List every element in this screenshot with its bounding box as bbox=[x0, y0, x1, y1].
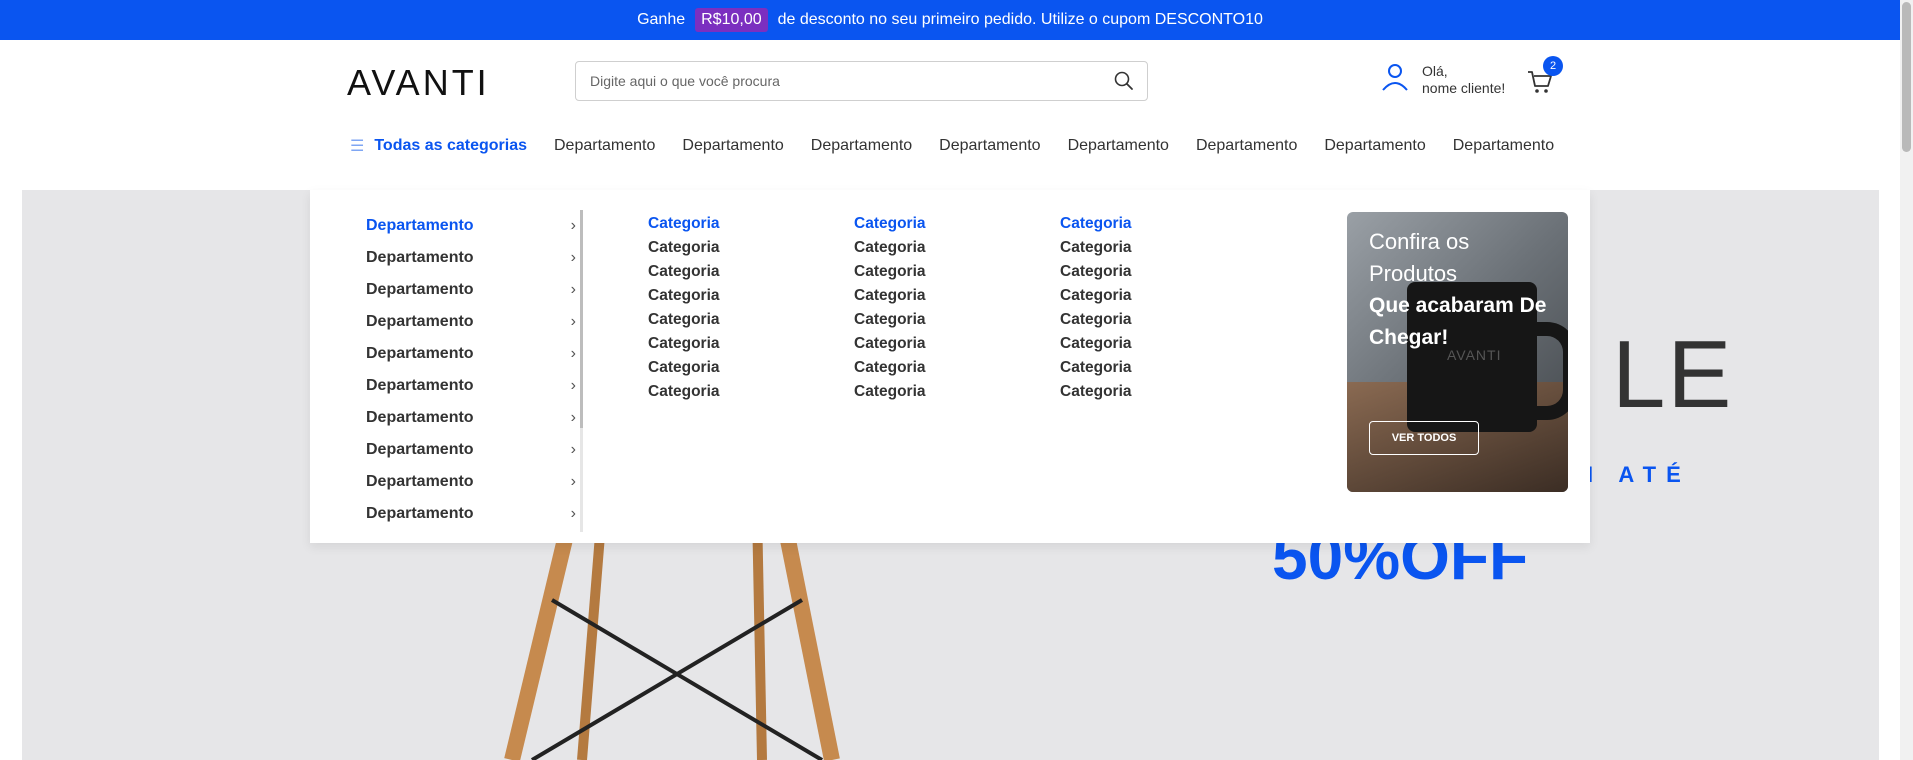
nav-item-department[interactable]: Departamento bbox=[811, 137, 912, 155]
department-item[interactable]: Departamento › bbox=[366, 210, 576, 242]
department-label: Departamento bbox=[366, 249, 474, 266]
category-heading[interactable]: Categoria bbox=[1060, 212, 1220, 236]
department-item[interactable]: Departamento › bbox=[366, 466, 576, 498]
category-link[interactable]: Categoria bbox=[648, 236, 808, 260]
department-item[interactable]: Departamento › bbox=[366, 274, 576, 306]
category-link[interactable]: Categoria bbox=[1060, 308, 1220, 332]
category-column: Categoria Categoria Categoria Categoria … bbox=[854, 212, 1014, 404]
promo-bar: Ganhe R$10,00 de desconto no seu primeir… bbox=[0, 0, 1900, 40]
nav-item-department[interactable]: Departamento bbox=[1453, 137, 1554, 155]
view-all-button[interactable]: VER TODOS bbox=[1369, 421, 1479, 455]
all-categories-button[interactable]: ☰ Todas as categorias bbox=[350, 136, 527, 156]
category-link[interactable]: Categoria bbox=[854, 308, 1014, 332]
department-item[interactable]: Departamento › bbox=[366, 402, 576, 434]
category-link[interactable]: Categoria bbox=[854, 260, 1014, 284]
department-list-scroll-thumb[interactable] bbox=[580, 210, 583, 428]
promo-prefix: Ganhe bbox=[637, 11, 686, 28]
category-heading[interactable]: Categoria bbox=[854, 212, 1014, 236]
category-link[interactable]: Categoria bbox=[854, 332, 1014, 356]
category-column: Categoria Categoria Categoria Categoria … bbox=[1060, 212, 1220, 404]
chevron-right-icon: › bbox=[570, 313, 576, 330]
category-link[interactable]: Categoria bbox=[648, 356, 808, 380]
nav-item-department[interactable]: Departamento bbox=[682, 137, 783, 155]
category-link[interactable]: Categoria bbox=[1060, 332, 1220, 356]
chevron-right-icon: › bbox=[570, 441, 576, 458]
department-item[interactable]: Departamento › bbox=[366, 338, 576, 370]
department-item[interactable]: Departamento › bbox=[366, 498, 576, 530]
hamburger-icon[interactable]: ☰ bbox=[350, 136, 364, 156]
category-link[interactable]: Categoria bbox=[648, 284, 808, 308]
category-link[interactable]: Categoria bbox=[648, 260, 808, 284]
nav-item-department[interactable]: Departamento bbox=[1196, 137, 1297, 155]
main-nav: ☰ Todas as categorias Departamento Depar… bbox=[350, 136, 1554, 156]
category-link[interactable]: Categoria bbox=[648, 332, 808, 356]
mega-menu: Departamento › Departamento › Departamento… bbox=[310, 190, 1590, 543]
chevron-right-icon: › bbox=[570, 473, 576, 490]
hero-sale-text: LE bbox=[1612, 321, 1734, 428]
all-categories-label: Todas as categorias bbox=[374, 137, 527, 154]
user-account[interactable]: Olá, nome cliente! bbox=[1380, 62, 1505, 97]
department-item[interactable]: Departamento › bbox=[366, 434, 576, 466]
nav-item-department[interactable]: Departamento bbox=[1068, 137, 1169, 155]
cart-icon[interactable] bbox=[1527, 71, 1553, 98]
nav-item-department[interactable]: Departamento bbox=[554, 137, 655, 155]
department-label: Departamento bbox=[366, 441, 474, 458]
category-link[interactable]: Categoria bbox=[648, 380, 808, 404]
department-label: Departamento bbox=[366, 217, 474, 234]
department-label: Departamento bbox=[366, 281, 474, 298]
promo-card-line1: Confira os bbox=[1369, 229, 1470, 254]
department-label: Departamento bbox=[366, 377, 474, 394]
chevron-right-icon: › bbox=[570, 281, 576, 298]
department-label: Departamento bbox=[366, 345, 474, 362]
cart-button[interactable]: 2 bbox=[1527, 56, 1563, 99]
category-link[interactable]: Categoria bbox=[1060, 356, 1220, 380]
greeting-line2: nome cliente! bbox=[1422, 79, 1506, 96]
user-icon[interactable] bbox=[1380, 62, 1410, 97]
category-link[interactable]: Categoria bbox=[854, 380, 1014, 404]
department-item[interactable]: Departamento › bbox=[366, 306, 576, 338]
page-scrollbar[interactable] bbox=[1900, 0, 1913, 760]
category-link[interactable]: Categoria bbox=[1060, 236, 1220, 260]
promo-amount-badge: R$10,00 bbox=[695, 8, 768, 32]
greeting-line1: Olá, bbox=[1422, 62, 1448, 79]
new-products-promo-card[interactable]: AVANTI Confira os Produtos Que acabaram … bbox=[1347, 212, 1568, 492]
department-list: Departamento › Departamento › Departamento… bbox=[366, 210, 576, 530]
cart-count-badge: 2 bbox=[1543, 56, 1563, 76]
chevron-right-icon: › bbox=[570, 249, 576, 266]
promo-card-line2: Produtos bbox=[1369, 261, 1458, 286]
category-link[interactable]: Categoria bbox=[648, 308, 808, 332]
department-list-scrollbar[interactable] bbox=[580, 210, 583, 532]
category-link[interactable]: Categoria bbox=[1060, 260, 1220, 284]
promo-suffix: de desconto no seu primeiro pedido. Util… bbox=[777, 11, 1263, 28]
promo-card-text: Confira os Produtos Que acabaram De Cheg… bbox=[1369, 226, 1568, 354]
department-label: Departamento bbox=[366, 473, 474, 490]
department-label: Departamento bbox=[366, 505, 474, 522]
category-link[interactable]: Categoria bbox=[1060, 380, 1220, 404]
department-item[interactable]: Departamento › bbox=[366, 370, 576, 402]
nav-item-department[interactable]: Departamento bbox=[939, 137, 1040, 155]
department-item[interactable]: Departamento › bbox=[366, 242, 576, 274]
logo[interactable]: AVANTI bbox=[347, 62, 490, 104]
search-input[interactable] bbox=[588, 72, 1113, 90]
chevron-right-icon: › bbox=[570, 505, 576, 522]
department-label: Departamento bbox=[366, 313, 474, 330]
category-link[interactable]: Categoria bbox=[854, 356, 1014, 380]
department-label: Departamento bbox=[366, 409, 474, 426]
chevron-right-icon: › bbox=[570, 345, 576, 362]
hero-subtext: I ATÉ bbox=[1587, 462, 1691, 487]
category-heading[interactable]: Categoria bbox=[648, 212, 808, 236]
category-link[interactable]: Categoria bbox=[854, 284, 1014, 308]
nav-item-department[interactable]: Departamento bbox=[1324, 137, 1425, 155]
scrollbar-thumb[interactable] bbox=[1902, 2, 1911, 152]
promo-card-headline: Que acabaram De Chegar! bbox=[1369, 294, 1547, 349]
chevron-right-icon: › bbox=[570, 217, 576, 234]
category-link[interactable]: Categoria bbox=[1060, 284, 1220, 308]
chevron-right-icon: › bbox=[570, 409, 576, 426]
search-box[interactable] bbox=[575, 61, 1148, 101]
category-column: Categoria Categoria Categoria Categoria … bbox=[648, 212, 808, 404]
category-link[interactable]: Categoria bbox=[854, 236, 1014, 260]
user-greeting[interactable]: Olá, nome cliente! bbox=[1422, 63, 1505, 97]
search-icon[interactable] bbox=[1113, 70, 1135, 92]
chevron-right-icon: › bbox=[570, 377, 576, 394]
